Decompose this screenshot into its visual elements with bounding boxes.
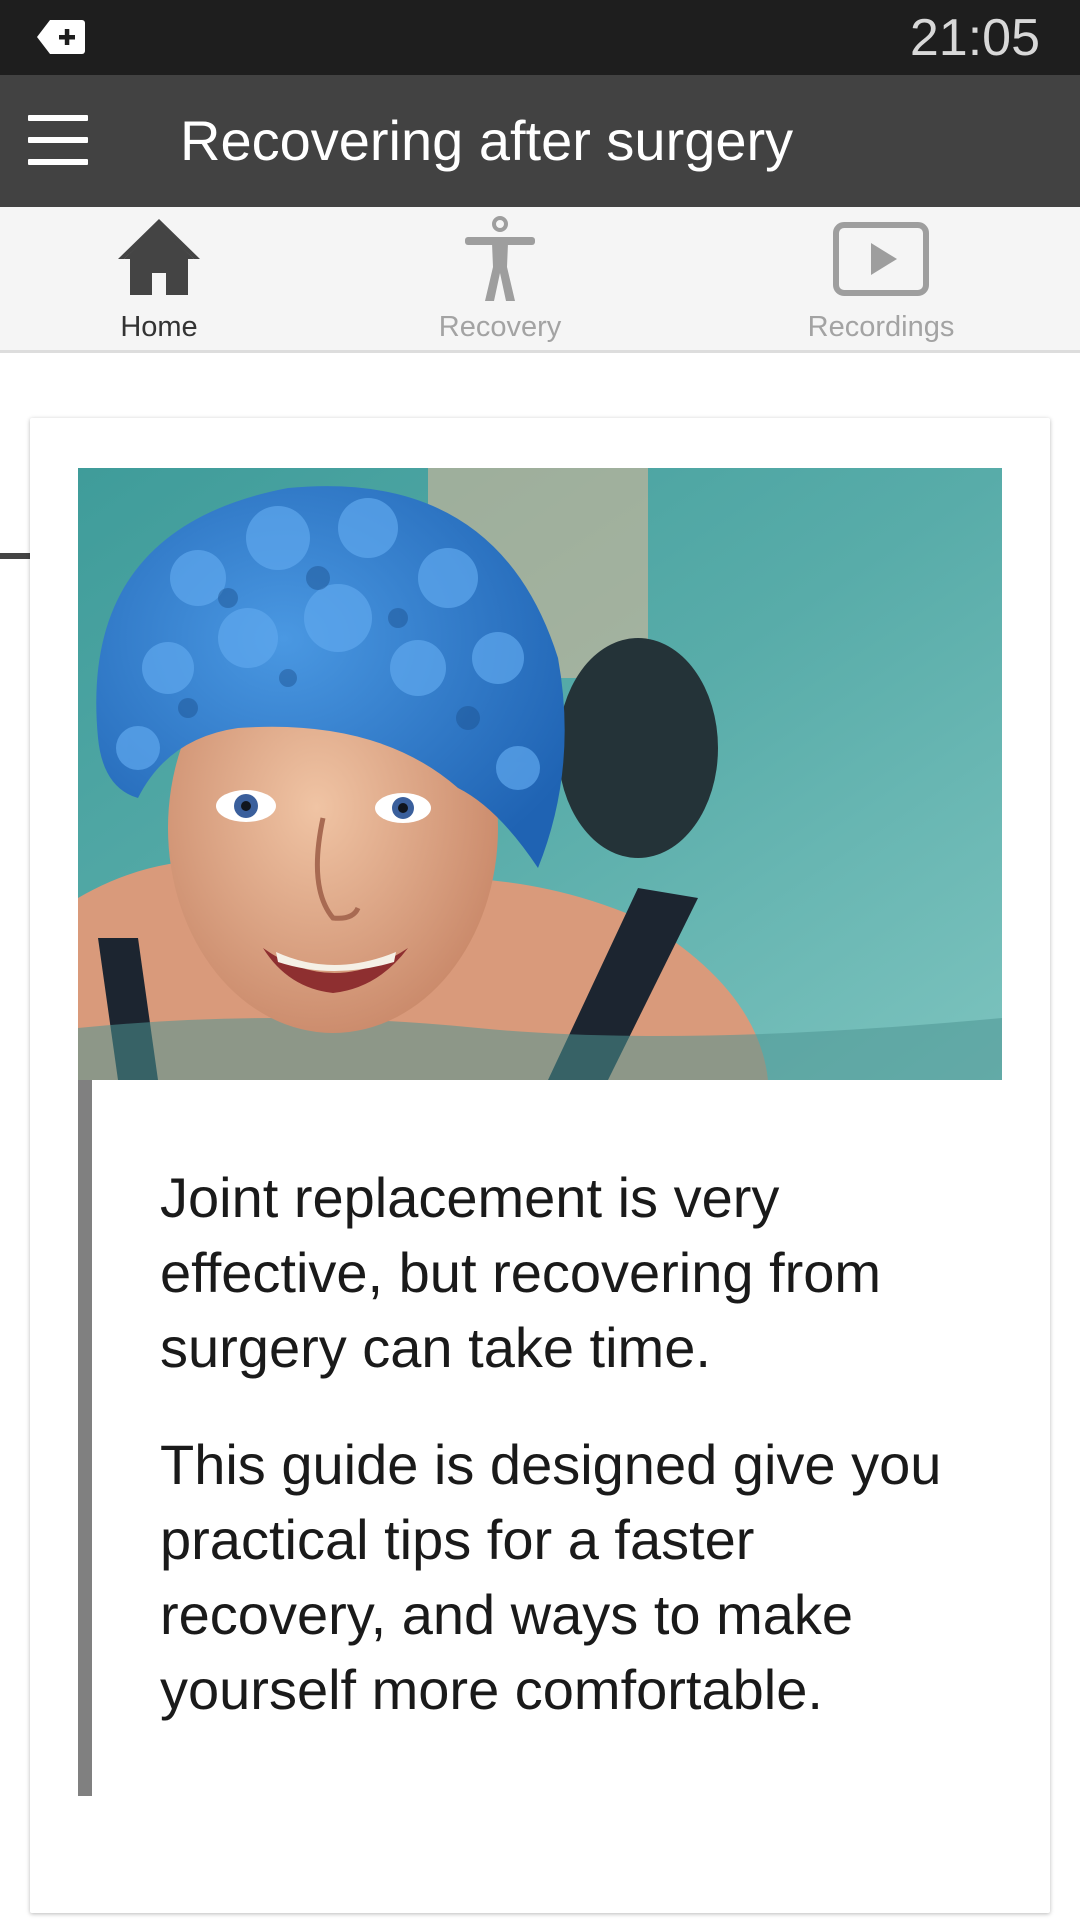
content-card: Joint replacement is very effective, but… bbox=[30, 418, 1050, 1913]
tab-recovery-label: Recovery bbox=[438, 311, 562, 343]
hamburger-menu-icon[interactable] bbox=[28, 115, 92, 167]
person-figure-icon bbox=[465, 216, 535, 301]
app-bar: Recovering after surgery bbox=[0, 75, 1080, 207]
intro-text: Joint replacement is very effective, but… bbox=[160, 1160, 980, 1727]
intro-paragraph: This guide is designed give you practica… bbox=[160, 1433, 942, 1721]
quote-bar bbox=[78, 1080, 92, 1796]
tab-home-label: Home bbox=[120, 311, 198, 343]
plus-tag-icon bbox=[37, 20, 85, 54]
page-title: Recovering after surgery bbox=[180, 109, 794, 172]
tab-home[interactable]: Home bbox=[0, 207, 318, 353]
status-time: 21:05 bbox=[909, 9, 1040, 67]
play-button-icon bbox=[833, 222, 929, 296]
tab-bar: Home Recovery Recordings bbox=[0, 207, 1080, 559]
tab-recordings-label: Recordings bbox=[807, 311, 955, 343]
intro-paragraph: Joint replacement is very effective, but… bbox=[160, 1166, 882, 1379]
hero-photo-swimmer bbox=[78, 468, 1002, 1080]
home-icon bbox=[118, 219, 200, 295]
tab-recordings[interactable]: Recordings bbox=[682, 207, 1080, 353]
status-bar: 21:05 bbox=[0, 0, 1080, 75]
tab-recovery[interactable]: Recovery bbox=[318, 207, 682, 353]
